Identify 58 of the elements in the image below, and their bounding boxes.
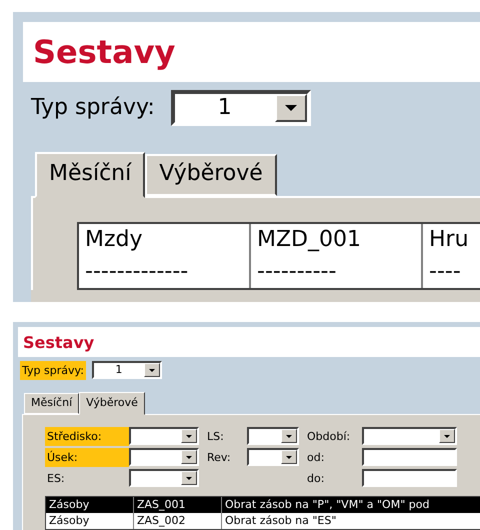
report-type-dropdown[interactable]: 1 xyxy=(92,361,162,379)
report-title: Sestavy xyxy=(33,33,176,71)
field-label: od: xyxy=(306,450,326,466)
field-label: Středisko: xyxy=(45,426,129,446)
tab[interactable]: Měsíční xyxy=(35,152,146,198)
dropdown-field[interactable] xyxy=(247,427,299,445)
dropdown-field[interactable] xyxy=(129,448,199,466)
list-cell: ZAS_002 xyxy=(134,513,222,529)
dropdown-button[interactable] xyxy=(281,429,297,443)
dropdown-button[interactable] xyxy=(144,363,160,377)
dropdown-field[interactable] xyxy=(129,469,199,487)
dropdown-field[interactable] xyxy=(129,427,199,445)
caret-icon xyxy=(284,105,297,111)
tab[interactable]: Výběrové xyxy=(145,154,277,196)
list-cell-text: Hru xyxy=(428,226,470,254)
list-cell: MZD_001 xyxy=(251,224,423,256)
dropdown-field[interactable] xyxy=(362,427,457,445)
caret-icon xyxy=(148,368,155,372)
list-cell: ZAS_001 xyxy=(134,497,222,513)
list-cell: ------------- xyxy=(79,256,251,288)
field-label: Úsek: xyxy=(45,448,129,466)
dropdown-button[interactable] xyxy=(281,450,297,464)
report-type-label: Typ správy: xyxy=(30,94,156,122)
caret-icon xyxy=(286,434,292,438)
dropdown-button[interactable] xyxy=(181,471,197,485)
text-field[interactable] xyxy=(362,448,457,466)
dropdown-button[interactable] xyxy=(274,94,307,122)
list-row[interactable]: Mzdy MZD_001 Hru xyxy=(79,224,480,256)
text-field[interactable] xyxy=(362,469,457,487)
caret-icon xyxy=(186,476,192,480)
dropdown-button[interactable] xyxy=(439,429,455,443)
list-cell-text: Obrat zásob na "P", "VM" a "OM" pod xyxy=(224,497,430,513)
field-label: ES: xyxy=(46,470,66,486)
field-label: LS: xyxy=(206,428,225,444)
list-cell: Mzdy xyxy=(79,224,251,256)
field-label: Rev: xyxy=(206,450,232,466)
list-row[interactable]: Zásoby ZAS_001 Obrat zásob na "P", "VM" a "OM" pod xyxy=(46,497,480,513)
field-label: do: xyxy=(306,470,326,486)
list-cell: Zásoby xyxy=(46,513,134,529)
report-type-dropdown[interactable]: 1 xyxy=(170,90,311,126)
list-cell: Zásoby xyxy=(46,497,134,513)
tab[interactable]: Výběrové xyxy=(79,392,145,415)
list-cell-text: Obrat zásob na "ES" xyxy=(224,513,338,529)
list-row[interactable]: ------------- ---------- ---- xyxy=(79,256,480,288)
dropdown-field[interactable] xyxy=(247,448,299,466)
list-row[interactable]: Zásoby ZAS_002 Obrat zásob na "ES" xyxy=(46,513,480,529)
field-label: Období: xyxy=(306,428,352,444)
caret-icon xyxy=(286,456,292,458)
dropdown-button[interactable] xyxy=(181,450,197,464)
list-cell: ---------- xyxy=(251,256,423,288)
report-type-label: Typ správy: xyxy=(20,360,86,380)
tab[interactable]: Měsíční xyxy=(24,393,80,414)
caret-icon xyxy=(186,456,192,458)
caret-icon xyxy=(186,434,192,438)
list-cell-text: ---- xyxy=(428,258,462,286)
dropdown-button[interactable] xyxy=(181,429,197,443)
caret-icon xyxy=(444,434,450,438)
report-title: Sestavy xyxy=(23,332,94,352)
